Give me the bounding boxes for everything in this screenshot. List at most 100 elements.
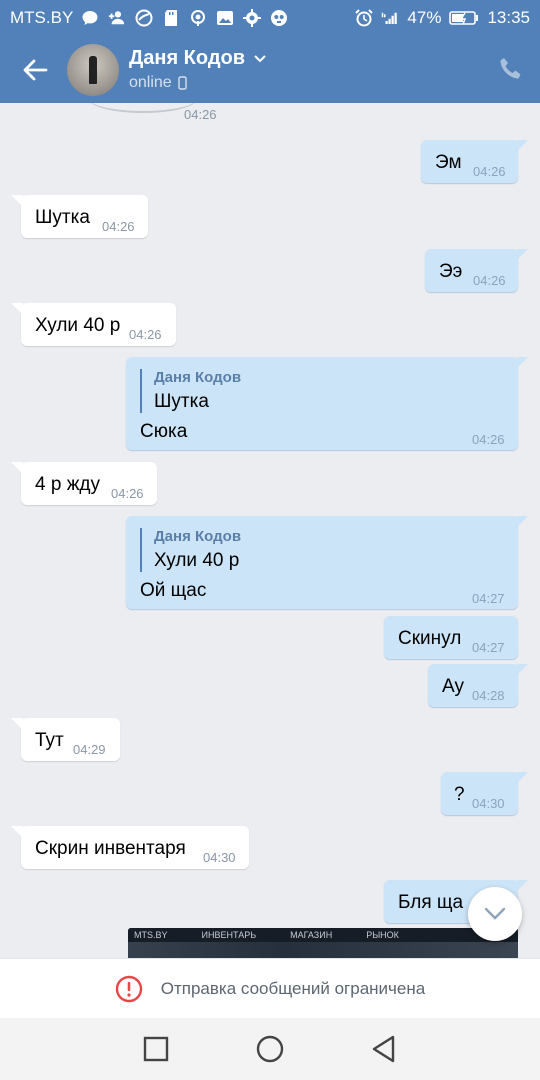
peer-status: online <box>129 74 172 91</box>
message-time: 04:26 <box>472 432 505 447</box>
message-list[interactable]: 04:26 Эм 04:26 Шутка 04:26 Ээ 04:26 Хули… <box>0 103 540 958</box>
message-time: 04:26 <box>129 327 162 342</box>
message-time: 04:28 <box>472 688 505 703</box>
chevron-down-icon <box>254 54 266 62</box>
quoted-text: Шутка <box>154 391 209 412</box>
message-time: 04:27 <box>472 591 505 606</box>
message-outgoing-reply[interactable]: Даня Кодов Хули 40 р Ой щас 04:27 <box>126 516 528 609</box>
phone-icon <box>500 58 521 79</box>
message-text: Сюка <box>140 421 188 442</box>
home-button[interactable] <box>256 1035 284 1063</box>
quoted-author: Даня Кодов <box>154 369 242 386</box>
message-text: Ой щас <box>140 580 207 601</box>
skull-app-icon <box>270 9 288 27</box>
message-outgoing[interactable]: Скинул 04:27 <box>384 616 518 659</box>
warning-icon <box>115 975 142 1002</box>
message-text: Скинул <box>398 628 462 649</box>
quoted-message[interactable]: Даня Кодов Хули 40 р <box>140 528 241 572</box>
carrier-label: MTS.BY <box>10 8 74 27</box>
hotspot-icon <box>189 9 207 27</box>
message-time: 04:26 <box>184 107 217 122</box>
message-incoming[interactable]: Хули 40 р 04:26 <box>11 303 176 346</box>
app-notification-icon <box>135 9 153 27</box>
message-incoming[interactable]: Тут 04:29 <box>11 718 120 761</box>
preview-label: РЫНОК <box>366 930 399 940</box>
back-arrow-icon <box>23 59 48 80</box>
settings-gear-icon <box>243 9 262 27</box>
call-button[interactable] <box>498 56 524 82</box>
message-text: Эм <box>435 152 462 173</box>
message-incoming[interactable]: 4 р жду 04:26 <box>11 462 157 505</box>
message-outgoing[interactable]: Эм 04:26 <box>421 140 528 183</box>
peer-name: Даня Кодов <box>129 47 246 69</box>
message-incoming[interactable]: Скрин инвентаря 04:30 <box>11 826 249 869</box>
bubble-tail <box>516 516 528 528</box>
bubble-tail <box>11 303 23 315</box>
battery-icon <box>449 9 479 27</box>
peer-info[interactable]: Даня Кодов online <box>129 47 267 92</box>
message-time: 04:26 <box>111 486 144 501</box>
top-bar: MTS.BY 47% 13:35 Даня Кодов online <box>0 0 540 103</box>
message-text: Ээ <box>439 261 463 282</box>
clock: 13:35 <box>487 8 530 27</box>
bubble-tail <box>516 664 528 676</box>
preview-label: MTS.BY <box>134 930 168 940</box>
bubble-tail <box>516 249 528 261</box>
quoted-author: Даня Кодов <box>154 528 242 545</box>
message-incoming[interactable]: Шутка 04:26 <box>11 195 148 238</box>
message-outgoing-reply[interactable]: Даня Кодов Шутка Сюка 04:26 <box>126 357 528 450</box>
restriction-banner: Отправка сообщений ограничена <box>0 958 540 1018</box>
scroll-down-button[interactable] <box>468 887 522 941</box>
sd-card-icon <box>162 9 180 27</box>
message-outgoing[interactable]: ? 04:30 <box>441 772 528 815</box>
back-nav-button[interactable] <box>371 1035 397 1063</box>
battery-percent: 47% <box>407 8 442 27</box>
message-time: 04:26 <box>473 164 506 179</box>
message-text: Шутка <box>35 207 90 228</box>
signal-icon <box>381 9 399 27</box>
bubble-tail <box>516 357 528 369</box>
bubble-tail <box>516 140 528 152</box>
quoted-text: Хули 40 р <box>154 550 240 571</box>
attached-screenshot[interactable]: MTS.BY ИНВЕНТАРЬ МАГАЗИН РЫНОК <box>128 928 518 958</box>
avatar[interactable] <box>67 43 119 96</box>
chat-notification-icon <box>81 9 99 27</box>
chat-header: Даня Кодов online <box>0 36 540 103</box>
bubble-tail <box>516 772 528 784</box>
back-button[interactable] <box>0 36 70 103</box>
message-text: Хули 40 р <box>35 315 121 336</box>
message-text: Ау <box>442 676 464 697</box>
quoted-message[interactable]: Даня Кодов Шутка <box>140 369 241 413</box>
alarm-icon <box>355 9 374 27</box>
add-friend-icon <box>108 9 126 27</box>
bubble-tail <box>516 880 528 892</box>
preview-content <box>128 942 518 958</box>
message-text: ? <box>454 784 465 805</box>
restriction-text: Отправка сообщений ограничена <box>160 978 426 998</box>
message-text: Скрин инвентаря <box>35 838 186 859</box>
recents-button[interactable] <box>143 1036 169 1062</box>
message-text: Тут <box>35 730 64 751</box>
message-text: 4 р жду <box>35 474 100 495</box>
message-text: Бля ща <box>398 892 464 913</box>
message-outgoing[interactable]: Ау 04:28 <box>428 664 528 707</box>
bubble-tail <box>11 718 23 730</box>
bubble-tail <box>11 462 23 474</box>
bubble-tail <box>11 826 23 838</box>
status-bar: MTS.BY 47% 13:35 <box>0 0 540 36</box>
message-time: 04:26 <box>102 219 135 234</box>
system-nav-bar <box>0 1018 540 1080</box>
message-time: 04:30 <box>203 850 236 865</box>
previous-photo-edge <box>88 103 198 113</box>
message-time: 04:30 <box>472 796 505 811</box>
gallery-icon <box>216 9 234 27</box>
chevron-down-icon <box>484 907 506 920</box>
avatar-figure <box>89 55 97 84</box>
mobile-icon <box>178 76 187 90</box>
message-outgoing[interactable]: Ээ 04:26 <box>425 249 528 292</box>
message-time: 04:27 <box>472 640 505 655</box>
message-time: 04:29 <box>73 742 106 757</box>
preview-label: ИНВЕНТАРЬ <box>201 930 257 940</box>
bubble-tail <box>11 195 23 207</box>
message-time: 04:26 <box>473 273 506 288</box>
